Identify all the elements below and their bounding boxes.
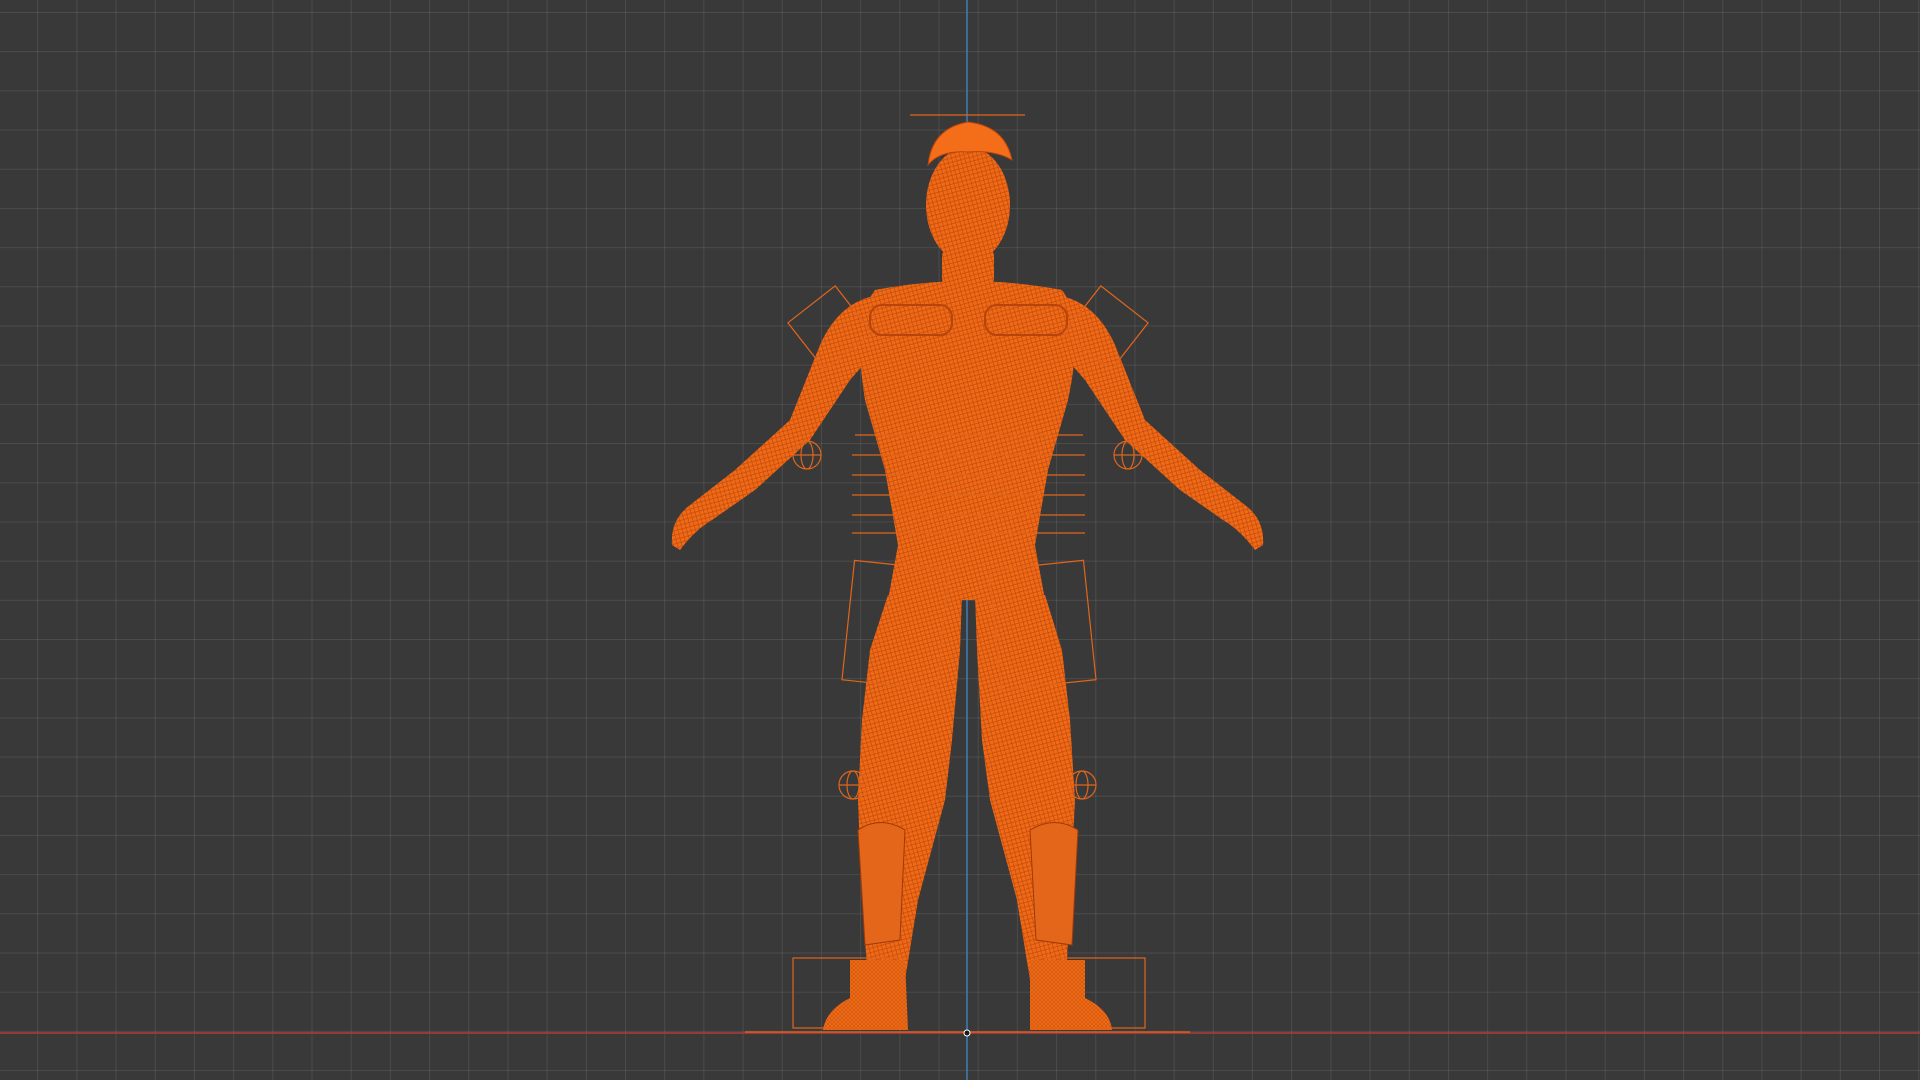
left-boot-mesh	[823, 960, 908, 1030]
3d-viewport[interactable]	[0, 0, 1920, 1080]
torso-mesh	[860, 281, 1076, 600]
right-boot-mesh	[1030, 960, 1112, 1030]
left-leg-mesh	[858, 595, 962, 1010]
left-shin-armor	[857, 822, 906, 946]
viewport-canvas[interactable]	[0, 0, 1920, 1080]
left-arm-mesh	[671, 295, 885, 550]
right-shin-armor	[1029, 822, 1079, 946]
right-leg-mesh	[975, 595, 1075, 1010]
origin-point[interactable]	[963, 1029, 971, 1037]
right-arm-mesh	[1050, 295, 1264, 550]
